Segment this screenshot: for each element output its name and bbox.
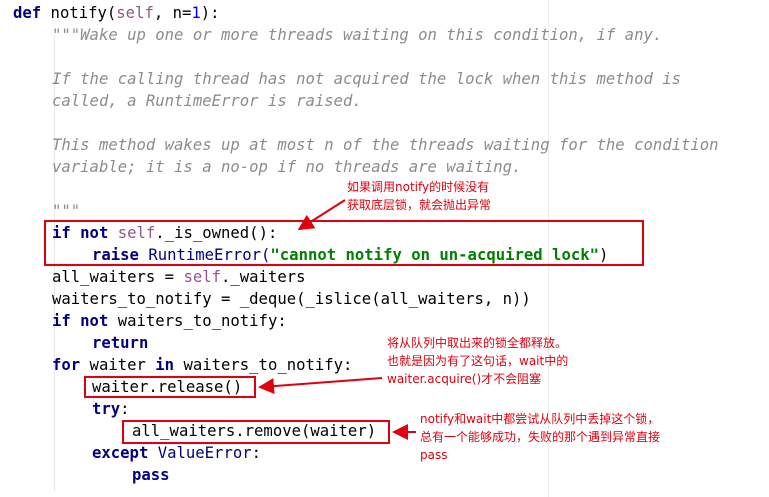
annotation-remove: notify和wait中都尝试从队列中丢掉这个锁， 总有一个能够成功，失败的那个…	[420, 412, 661, 462]
annotation-owned-check: 如果调用notify的时候没有 获取底层锁，就会抛出异常	[347, 180, 492, 212]
arrow-2	[258, 377, 383, 395]
annotation-release: 将从队列中取出来的锁全都释放。 也就是因为有了这句话，wait中的 waiter…	[387, 336, 569, 386]
arrow-1	[297, 199, 346, 231]
